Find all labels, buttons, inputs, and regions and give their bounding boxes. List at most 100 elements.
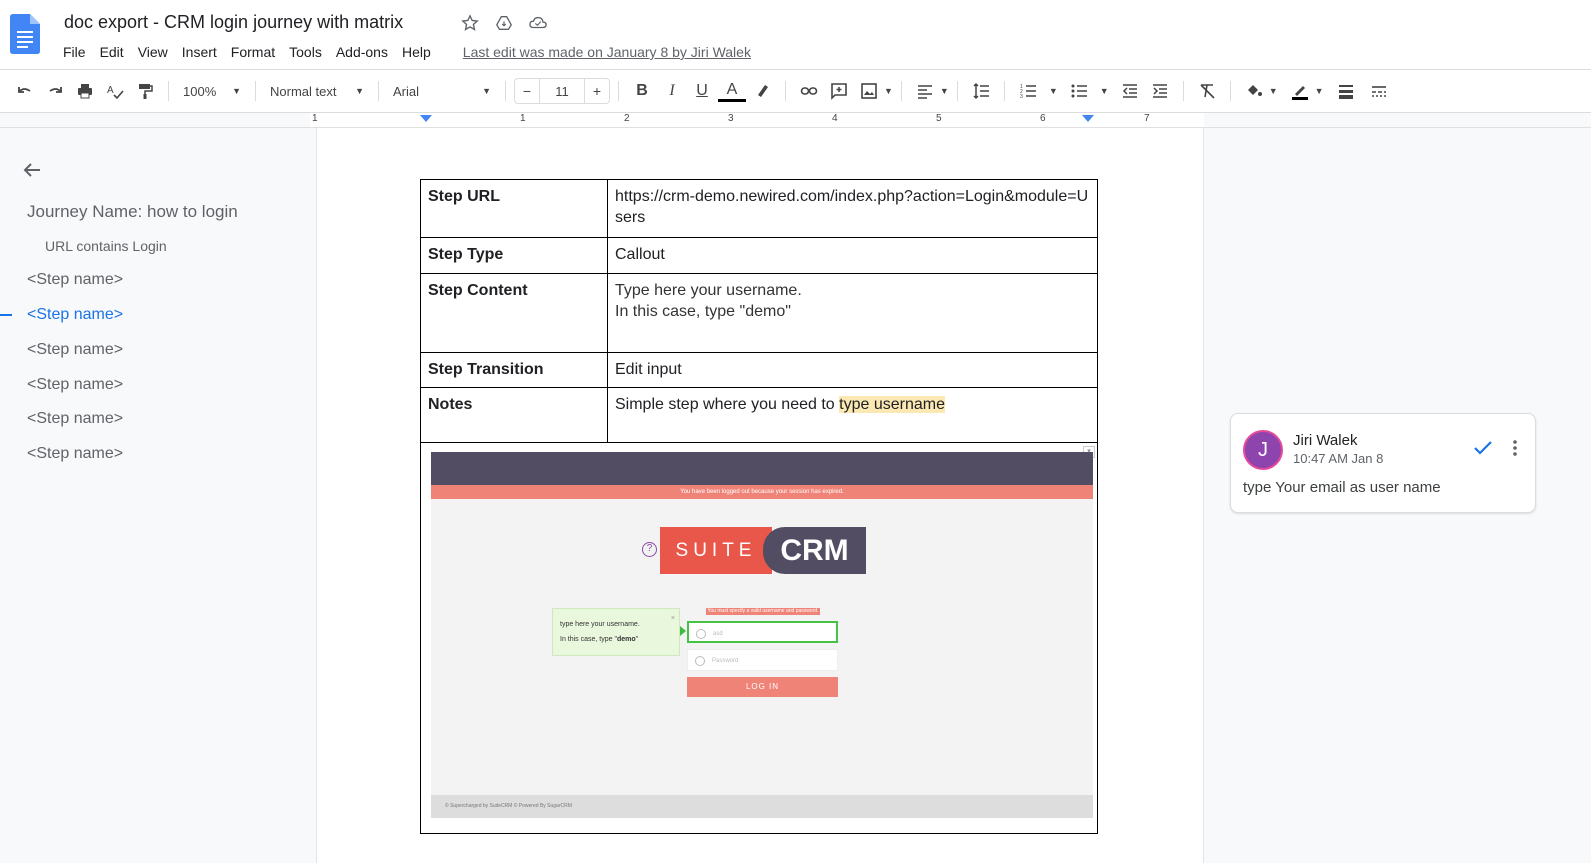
underline-button[interactable]: U — [688, 77, 716, 105]
comment-timestamp: 10:47 AM Jan 8 — [1293, 451, 1384, 466]
toolbar-divider — [1229, 81, 1231, 101]
document-title[interactable]: doc export - CRM login journey with matr… — [64, 12, 403, 33]
resolve-check-icon[interactable] — [1471, 436, 1495, 460]
menu-file[interactable]: File — [56, 44, 93, 60]
redo-icon[interactable] — [41, 77, 69, 105]
move-to-drive-icon[interactable] — [494, 13, 514, 33]
guide-callout: × type here your username. In this case,… — [552, 608, 680, 656]
ruler-number: 1 — [312, 113, 318, 124]
print-icon[interactable] — [71, 77, 99, 105]
horizontal-ruler[interactable]: 1 1 2 3 4 5 6 7 — [310, 113, 1204, 127]
ruler-number: 7 — [1144, 113, 1150, 124]
chevron-down-icon[interactable]: ▼ — [1315, 86, 1324, 96]
border-color-icon[interactable] — [1286, 77, 1314, 105]
embedded-screenshot[interactable]: You have been logged out because your se… — [431, 452, 1093, 818]
font-value: Arial — [393, 83, 420, 99]
outline-item[interactable]: <Step name> — [27, 445, 123, 463]
password-field: Password — [687, 649, 838, 671]
zoom-select[interactable]: 100% ▼ — [177, 77, 247, 105]
commented-highlight[interactable]: type username — [839, 396, 945, 413]
align-icon[interactable] — [911, 77, 939, 105]
undo-icon[interactable] — [11, 77, 39, 105]
border-width-icon[interactable] — [1332, 77, 1360, 105]
toolbar: A 100% ▼ Normal text ▼ Arial ▼ − 11 + B I U… — [0, 70, 1591, 113]
docs-logo-icon[interactable] — [10, 14, 40, 54]
table-value-cell[interactable]: Edit input — [607, 352, 1098, 388]
italic-button[interactable]: I — [658, 77, 686, 105]
table-key-cell[interactable]: Step Type — [420, 237, 608, 274]
table-key-cell[interactable]: Step Transition — [420, 352, 608, 388]
star-icon[interactable] — [460, 13, 480, 33]
table-key-cell[interactable]: Step Content — [420, 273, 608, 353]
increase-font-size-button[interactable]: + — [585, 79, 609, 103]
ruler-number: 4 — [832, 113, 838, 124]
border-dash-icon[interactable] — [1365, 77, 1393, 105]
link-icon[interactable] — [795, 77, 823, 105]
menu-tools[interactable]: Tools — [282, 44, 329, 60]
chevron-down-icon[interactable]: ▼ — [1049, 86, 1058, 96]
bold-button[interactable]: B — [628, 77, 656, 105]
content-line: Type here your username. — [615, 282, 802, 299]
table-value-cell[interactable]: Simple step where you need to type usern… — [607, 387, 1098, 443]
table-value-cell[interactable]: Type here your username. In this case, t… — [607, 273, 1098, 353]
menu-format[interactable]: Format — [224, 44, 282, 60]
paint-format-icon[interactable] — [131, 77, 159, 105]
style-select[interactable]: Normal text ▼ — [264, 77, 370, 105]
right-indent-marker[interactable] — [1082, 115, 1094, 122]
table-image-cell[interactable]: ▾ You have been logged out because your … — [420, 442, 1098, 834]
font-select[interactable]: Arial ▼ — [387, 77, 497, 105]
toolbar-divider — [255, 81, 256, 101]
chevron-down-icon[interactable]: ▼ — [940, 86, 949, 96]
title-actions — [460, 13, 548, 33]
cloud-status-icon[interactable] — [528, 13, 548, 33]
table-row: Step Transition Edit input — [420, 352, 1098, 388]
add-comment-icon[interactable] — [825, 77, 853, 105]
spellcheck-icon[interactable]: A — [101, 77, 129, 105]
outline-item[interactable]: <Step name> — [27, 271, 123, 289]
ruler-number: 3 — [728, 113, 734, 124]
outline-item[interactable]: <Step name> — [27, 341, 123, 359]
outline-item[interactable]: <Step name> — [27, 376, 123, 394]
avatar: J — [1243, 430, 1283, 470]
outline-item-active[interactable]: <Step name> — [27, 306, 123, 324]
more-options-icon[interactable] — [1509, 436, 1521, 460]
table-value-cell[interactable]: https://crm-demo.newired.com/index.php?a… — [607, 179, 1098, 238]
crm-footer: © Supercharged by SuiteCRM © Powered By … — [431, 795, 1093, 818]
last-edit-link[interactable]: Last edit was made on January 8 by Jiri … — [456, 44, 758, 60]
decrease-font-size-button[interactable]: − — [515, 79, 539, 103]
outline-item[interactable]: <Step name> — [27, 410, 123, 428]
ruler-number: 6 — [1040, 113, 1046, 124]
font-size-input[interactable]: 11 — [539, 79, 585, 103]
lock-icon — [695, 656, 705, 666]
left-indent-marker[interactable] — [420, 115, 432, 122]
decrease-indent-icon[interactable] — [1116, 77, 1144, 105]
insert-image-icon[interactable] — [855, 77, 883, 105]
chevron-down-icon[interactable]: ▼ — [1269, 86, 1278, 96]
user-icon — [696, 629, 706, 639]
menu-add-ons[interactable]: Add-ons — [329, 44, 395, 60]
back-arrow-icon[interactable] — [20, 158, 44, 182]
crm-header-bar — [431, 452, 1093, 485]
fill-color-icon[interactable] — [1240, 77, 1268, 105]
chevron-down-icon[interactable]: ▼ — [884, 86, 893, 96]
menu-view[interactable]: View — [131, 44, 175, 60]
table-key-cell[interactable]: Notes — [420, 387, 608, 443]
numbered-list-icon[interactable]: 123 — [1014, 77, 1042, 105]
chevron-down-icon[interactable]: ▼ — [1100, 86, 1109, 96]
menu-edit[interactable]: Edit — [93, 44, 131, 60]
increase-indent-icon[interactable] — [1146, 77, 1174, 105]
line-spacing-icon[interactable] — [967, 77, 995, 105]
outline-subtitle[interactable]: URL contains Login — [45, 238, 167, 254]
table-key-cell[interactable]: Step URL — [420, 179, 608, 238]
text-color-button[interactable]: A — [718, 80, 746, 102]
highlight-color-icon[interactable] — [748, 77, 776, 105]
svg-text:3: 3 — [1020, 94, 1023, 100]
clear-formatting-icon[interactable] — [1193, 77, 1221, 105]
comment-card[interactable]: J Jiri Walek 10:47 AM Jan 8 type Your em… — [1230, 413, 1536, 513]
callout-arrow-icon — [680, 626, 686, 636]
menu-help[interactable]: Help — [395, 44, 438, 60]
menu-insert[interactable]: Insert — [175, 44, 224, 60]
outline-title[interactable]: Journey Name: how to login — [27, 202, 238, 222]
table-value-cell[interactable]: Callout — [607, 237, 1098, 274]
bulleted-list-icon[interactable] — [1065, 77, 1093, 105]
